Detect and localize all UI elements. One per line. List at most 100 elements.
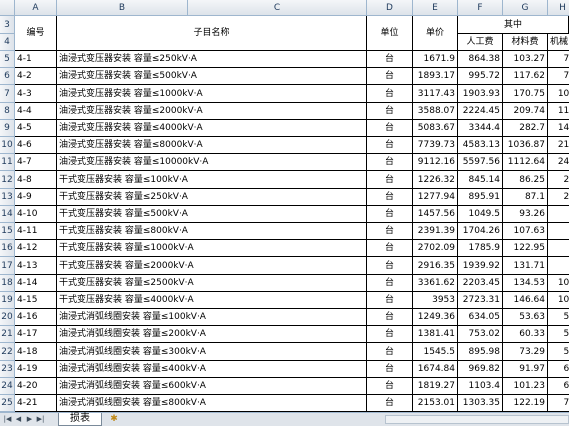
code-cell[interactable]: 4-20 — [15, 378, 57, 395]
price-cell[interactable]: 2916.35 — [413, 257, 458, 275]
first-sheet-icon[interactable]: |◀ — [3, 414, 12, 425]
labor-cell[interactable]: 845.14 — [458, 171, 503, 189]
row-header[interactable]: 16 — [0, 240, 15, 257]
code-cell[interactable]: 4-6 — [15, 137, 57, 154]
machine-cell[interactable]: 29 — [548, 171, 569, 189]
row-header[interactable]: 19 — [0, 292, 15, 309]
labor-cell[interactable]: 2203.45 — [458, 275, 503, 292]
price-cell[interactable]: 9112.16 — [413, 154, 458, 171]
unit-header[interactable]: 单位 — [367, 16, 413, 51]
price-header[interactable]: 单价 — [413, 16, 458, 51]
row-header[interactable]: 7 — [0, 85, 15, 103]
name-cell[interactable]: 油浸式消弧线圈安装 容量≤600kV·A — [57, 378, 367, 395]
code-cell[interactable]: 4-16 — [15, 309, 57, 326]
prev-sheet-icon[interactable]: ◀ — [14, 414, 23, 425]
row-header[interactable]: 15 — [0, 223, 15, 240]
name-cell[interactable]: 油浸式变压器安装 容量≤10000kV·A — [57, 154, 367, 171]
sheet-tab[interactable]: 损表 — [58, 413, 102, 426]
unit-cell[interactable]: 台 — [367, 257, 413, 275]
machine-cell[interactable]: 108 — [548, 292, 569, 309]
unit-cell[interactable]: 台 — [367, 343, 413, 361]
row-header[interactable]: 10 — [0, 137, 15, 154]
row-header[interactable]: 6 — [0, 68, 15, 85]
material-cell[interactable]: 107.63 — [503, 223, 548, 240]
price-cell[interactable]: 3953 — [413, 292, 458, 309]
unit-cell[interactable]: 台 — [367, 395, 413, 412]
name-cell[interactable]: 油浸式消弧线圈安装 容量≤800kV·A — [57, 395, 367, 412]
name-cell[interactable]: 油浸式变压器安装 容量≤4000kV·A — [57, 120, 367, 137]
name-cell[interactable]: 干式变压器安装 容量≤500kV·A — [57, 206, 367, 223]
material-cell[interactable]: 53.63 — [503, 309, 548, 326]
name-cell[interactable]: 油浸式变压器安装 容量≤8000kV·A — [57, 137, 367, 154]
price-cell[interactable]: 1545.5 — [413, 343, 458, 361]
last-sheet-icon[interactable]: ▶| — [36, 414, 45, 425]
machine-cell[interactable]: 102 — [548, 275, 569, 292]
machine-cell[interactable]: 77 — [548, 68, 569, 85]
labor-cell[interactable]: 895.91 — [458, 189, 503, 206]
price-cell[interactable]: 1226.32 — [413, 171, 458, 189]
name-cell[interactable]: 干式变压器安装 容量≤100kV·A — [57, 171, 367, 189]
labor-cell[interactable]: 1704.26 — [458, 223, 503, 240]
unit-cell[interactable]: 台 — [367, 51, 413, 68]
row-header[interactable]: 4 — [0, 34, 15, 51]
name-header[interactable]: 子目名称 — [57, 16, 367, 51]
code-header[interactable]: 编号 — [15, 16, 57, 51]
row-header[interactable]: 22 — [0, 343, 15, 361]
unit-cell[interactable]: 台 — [367, 137, 413, 154]
price-cell[interactable]: 1249.36 — [413, 309, 458, 326]
row-header[interactable]: 17 — [0, 257, 15, 275]
price-cell[interactable]: 1381.41 — [413, 326, 458, 343]
name-cell[interactable]: 干式变压器安装 容量≤250kV·A — [57, 189, 367, 206]
name-cell[interactable]: 干式变压器安装 容量≤800kV·A — [57, 223, 367, 240]
row-header[interactable]: 25 — [0, 395, 15, 412]
labor-cell[interactable]: 1903.93 — [458, 85, 503, 103]
code-cell[interactable]: 4-2 — [15, 68, 57, 85]
unit-cell[interactable]: 台 — [367, 361, 413, 378]
material-cell[interactable]: 170.75 — [503, 85, 548, 103]
price-cell[interactable]: 2702.09 — [413, 240, 458, 257]
labor-cell[interactable]: 1103.4 — [458, 378, 503, 395]
column-header-D[interactable]: D — [367, 0, 413, 16]
price-cell[interactable]: 7739.73 — [413, 137, 458, 154]
price-cell[interactable]: 2391.39 — [413, 223, 458, 240]
material-cell[interactable]: 60.33 — [503, 326, 548, 343]
material-cell[interactable]: 122.95 — [503, 240, 548, 257]
machine-cell[interactable]: 61 — [548, 378, 569, 395]
labor-cell[interactable]: 1049.5 — [458, 206, 503, 223]
row-header[interactable]: 24 — [0, 378, 15, 395]
price-cell[interactable]: 3588.07 — [413, 103, 458, 120]
unit-cell[interactable]: 台 — [367, 171, 413, 189]
unit-cell[interactable]: 台 — [367, 68, 413, 85]
code-cell[interactable]: 4-10 — [15, 206, 57, 223]
name-cell[interactable]: 干式变压器安装 容量≤2000kV·A — [57, 257, 367, 275]
labor-cell[interactable]: 864.38 — [458, 51, 503, 68]
labor-cell[interactable]: 5597.56 — [458, 154, 503, 171]
code-cell[interactable]: 4-11 — [15, 223, 57, 240]
column-header-C[interactable]: C — [188, 0, 367, 16]
material-cell[interactable]: 131.71 — [503, 257, 548, 275]
code-cell[interactable]: 4-5 — [15, 120, 57, 137]
machine-cell[interactable]: 61 — [548, 361, 569, 378]
material-cell[interactable]: 209.74 — [503, 103, 548, 120]
code-cell[interactable]: 4-1 — [15, 51, 57, 68]
column-header-F[interactable]: F — [458, 0, 503, 16]
material-cell[interactable]: 93.26 — [503, 206, 548, 223]
select-all-corner[interactable] — [0, 0, 15, 16]
unit-cell[interactable]: 台 — [367, 103, 413, 120]
material-cell[interactable]: 122.19 — [503, 395, 548, 412]
horizontal-scrollbar[interactable] — [385, 415, 569, 424]
row-header[interactable]: 20 — [0, 309, 15, 326]
price-cell[interactable]: 1457.56 — [413, 206, 458, 223]
machine-cell[interactable]: 5 — [548, 223, 569, 240]
machine-cell[interactable]: 211 — [548, 137, 569, 154]
code-cell[interactable]: 4-18 — [15, 343, 57, 361]
material-cell[interactable]: 1036.87 — [503, 137, 548, 154]
row-header[interactable]: 18 — [0, 275, 15, 292]
price-cell[interactable]: 3117.43 — [413, 85, 458, 103]
material-cell[interactable]: 86.25 — [503, 171, 548, 189]
labor-cell[interactable]: 2224.45 — [458, 103, 503, 120]
machine-cell[interactable]: 7 — [548, 240, 569, 257]
labor-cell[interactable]: 895.98 — [458, 343, 503, 361]
unit-cell[interactable]: 台 — [367, 292, 413, 309]
column-header-A[interactable]: A — [15, 0, 57, 16]
